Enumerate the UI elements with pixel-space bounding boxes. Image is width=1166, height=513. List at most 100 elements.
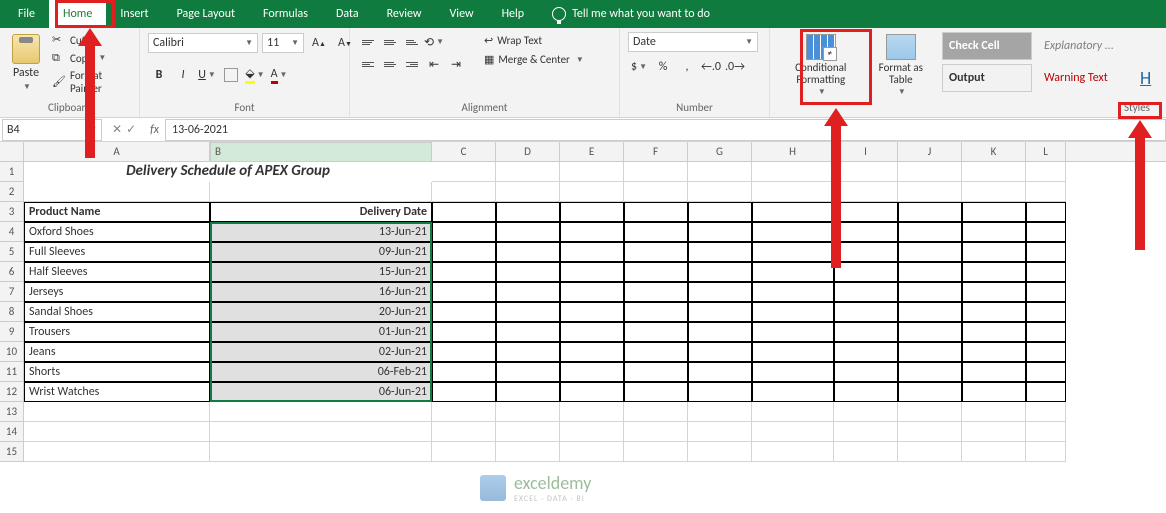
cancel-formula-button[interactable]: ✕ xyxy=(112,122,122,137)
tab-data[interactable]: Data xyxy=(322,0,373,28)
cell[interactable]: 06-Jun-21 xyxy=(210,382,432,402)
wrap-text-button[interactable]: ↩Wrap Text xyxy=(480,32,588,49)
cell[interactable]: 09-Jun-21 xyxy=(210,242,432,262)
align-left-button[interactable] xyxy=(358,54,378,74)
col-header[interactable]: C xyxy=(432,142,496,161)
cell[interactable] xyxy=(210,442,432,462)
row-header[interactable]: 4 xyxy=(0,222,24,242)
cell[interactable]: 06-Feb-21 xyxy=(210,362,432,382)
col-header[interactable]: F xyxy=(624,142,688,161)
row-header[interactable]: 7 xyxy=(0,282,24,302)
style-output[interactable]: Output xyxy=(942,64,1032,92)
cell[interactable]: Trousers xyxy=(24,322,210,342)
align-bottom-button[interactable] xyxy=(402,32,422,52)
cell[interactable] xyxy=(210,422,432,442)
col-header[interactable]: H xyxy=(752,142,834,161)
row-header[interactable]: 15 xyxy=(0,442,24,462)
cell[interactable]: Oxford Shoes xyxy=(24,222,210,242)
row-header[interactable]: 9 xyxy=(0,322,24,342)
col-header[interactable]: D xyxy=(496,142,560,161)
cell[interactable]: 16-Jun-21 xyxy=(210,282,432,302)
col-header[interactable]: J xyxy=(898,142,962,161)
tab-help[interactable]: Help xyxy=(488,0,539,28)
style-check-cell[interactable]: Check Cell xyxy=(942,32,1032,60)
row-header[interactable]: 6 xyxy=(0,262,24,282)
align-center-button[interactable] xyxy=(380,54,400,74)
cell[interactable]: 20-Jun-21 xyxy=(210,302,432,322)
tab-page-layout[interactable]: Page Layout xyxy=(163,0,249,28)
row-header[interactable]: 1 xyxy=(0,162,24,182)
number-format-select[interactable]: Date▼ xyxy=(628,32,758,52)
cell[interactable]: 15-Jun-21 xyxy=(210,262,432,282)
cell[interactable] xyxy=(24,442,210,462)
col-header[interactable]: K xyxy=(962,142,1026,161)
comma-button[interactable]: , xyxy=(676,56,698,78)
cell[interactable]: 01-Jun-21 xyxy=(210,322,432,342)
style-warning[interactable]: Warning Text xyxy=(1038,64,1128,92)
align-right-button[interactable] xyxy=(402,54,422,74)
cut-button[interactable]: ✂Cut xyxy=(50,32,131,48)
cell[interactable]: 13-Jun-21 xyxy=(210,222,432,242)
row-header[interactable]: 8 xyxy=(0,302,24,322)
paste-button[interactable]: Paste ▼ xyxy=(8,32,44,94)
row-header[interactable]: 14 xyxy=(0,422,24,442)
bold-button[interactable]: B xyxy=(148,64,170,86)
format-as-table-button[interactable]: Format as Table▼ xyxy=(870,32,932,99)
merge-center-button[interactable]: ▦Merge & Center▼ xyxy=(480,51,588,68)
row-header[interactable]: 13 xyxy=(0,402,24,422)
increase-indent-button[interactable]: ⇥ xyxy=(446,54,466,74)
style-explanatory[interactable]: Explanatory ... xyxy=(1038,32,1128,60)
cell[interactable]: Half Sleeves xyxy=(24,262,210,282)
cell[interactable]: Jeans xyxy=(24,342,210,362)
cell[interactable] xyxy=(24,422,210,442)
col-header[interactable]: G xyxy=(688,142,752,161)
grow-font-button[interactable]: A▲ xyxy=(308,32,330,54)
cell[interactable] xyxy=(24,182,210,202)
row-header[interactable]: 5 xyxy=(0,242,24,262)
align-top-button[interactable] xyxy=(358,32,378,52)
formula-input[interactable]: 13-06-2021 xyxy=(165,119,1166,141)
col-header[interactable]: B xyxy=(210,142,432,162)
row-header[interactable]: 12 xyxy=(0,382,24,402)
borders-button[interactable] xyxy=(224,68,238,82)
cell[interactable] xyxy=(210,402,432,422)
cell[interactable]: Jerseys xyxy=(24,282,210,302)
tell-me[interactable]: Tell me what you want to do xyxy=(538,7,724,21)
tab-view[interactable]: View xyxy=(436,0,488,28)
name-box[interactable]: B4▼ xyxy=(2,119,102,141)
decrease-decimal-button[interactable]: .0→ xyxy=(724,56,746,78)
worksheet-grid[interactable]: A B C D E F G H I J K L 1Delivery Schedu… xyxy=(0,142,1166,462)
align-middle-button[interactable] xyxy=(380,32,400,52)
tab-file[interactable]: File xyxy=(4,0,49,28)
percent-button[interactable]: % xyxy=(652,56,674,78)
cell[interactable] xyxy=(24,402,210,422)
title-cell[interactable]: Delivery Schedule of APEX Group xyxy=(24,162,432,182)
tab-formulas[interactable]: Formulas xyxy=(249,0,322,28)
row-header[interactable]: 2 xyxy=(0,182,24,202)
copy-button[interactable]: ⧉Copy▼ xyxy=(50,50,131,66)
cell[interactable]: Sandal Shoes xyxy=(24,302,210,322)
fx-icon[interactable]: fx xyxy=(144,123,165,137)
format-painter-button[interactable]: 🖌Format Painter xyxy=(50,68,131,96)
col-header[interactable]: L xyxy=(1026,142,1066,161)
font-color-button[interactable]: A▼ xyxy=(268,64,290,86)
font-size-select[interactable]: 11▼ xyxy=(262,33,304,53)
col-header[interactable]: I xyxy=(834,142,898,161)
cell[interactable]: Wrist Watches xyxy=(24,382,210,402)
row-header[interactable]: 3 xyxy=(0,202,24,222)
cell[interactable]: Product Name xyxy=(24,202,210,222)
fill-color-button[interactable]: ⬙▼ xyxy=(244,64,266,86)
style-heading[interactable]: H xyxy=(1134,64,1158,92)
tab-review[interactable]: Review xyxy=(373,0,436,28)
orientation-button[interactable]: ⟲▼ xyxy=(424,32,444,52)
cell[interactable]: Shorts xyxy=(24,362,210,382)
tab-home[interactable]: Home xyxy=(49,0,106,28)
underline-button[interactable]: U▼ xyxy=(196,64,218,86)
row-header[interactable]: 10 xyxy=(0,342,24,362)
italic-button[interactable]: I xyxy=(172,64,194,86)
tab-insert[interactable]: Insert xyxy=(106,0,162,28)
cell[interactable]: Full Sleeves xyxy=(24,242,210,262)
conditional-formatting-button[interactable]: Conditional Formatting▼ xyxy=(778,32,864,99)
decrease-indent-button[interactable]: ⇤ xyxy=(424,54,444,74)
cell[interactable]: 02-Jun-21 xyxy=(210,342,432,362)
